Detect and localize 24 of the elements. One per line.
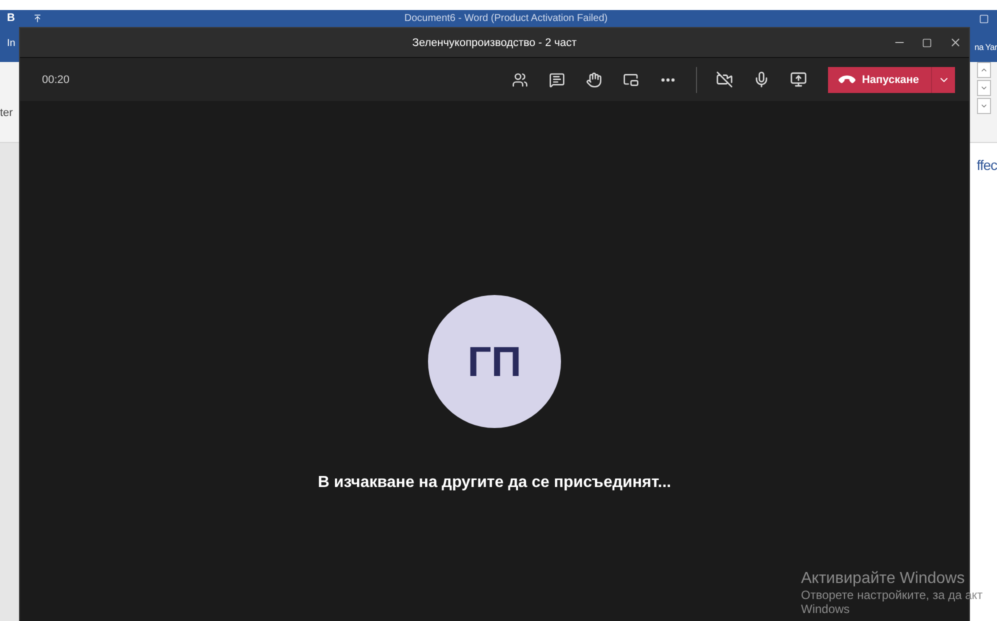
word-title: Document6 - Word (Product Activation Failed) [404,12,608,25]
window-title: Зеленчукопроизводство - 2 част [412,36,577,48]
close-icon [948,36,962,49]
ribbon-display-icon [979,14,989,24]
rooms-icon [622,72,639,88]
ribbon-tab-label: In [7,38,16,49]
call-timer: 00:20 [42,74,70,86]
activation-title: Активирайте Windows [801,570,966,588]
people-icon [512,72,528,88]
chevron-up-icon [980,66,988,74]
waiting-message: В изчакване на другите да се присъединят... [318,474,672,492]
maximize-icon [922,38,932,48]
activation-text: Windows [801,602,851,616]
chevron-down-icon [980,84,988,92]
document-heading: ffec [976,157,997,173]
user-name: na Yar [974,42,997,52]
hand-icon [586,72,602,88]
chevron-down-icon [980,102,988,110]
chat-icon [548,72,565,88]
more-icon [660,78,675,82]
ribbon-label: ter [0,107,13,121]
quick-access-label: B [7,12,15,24]
participant-avatar: ГП [428,295,561,428]
share-icon [790,71,808,88]
